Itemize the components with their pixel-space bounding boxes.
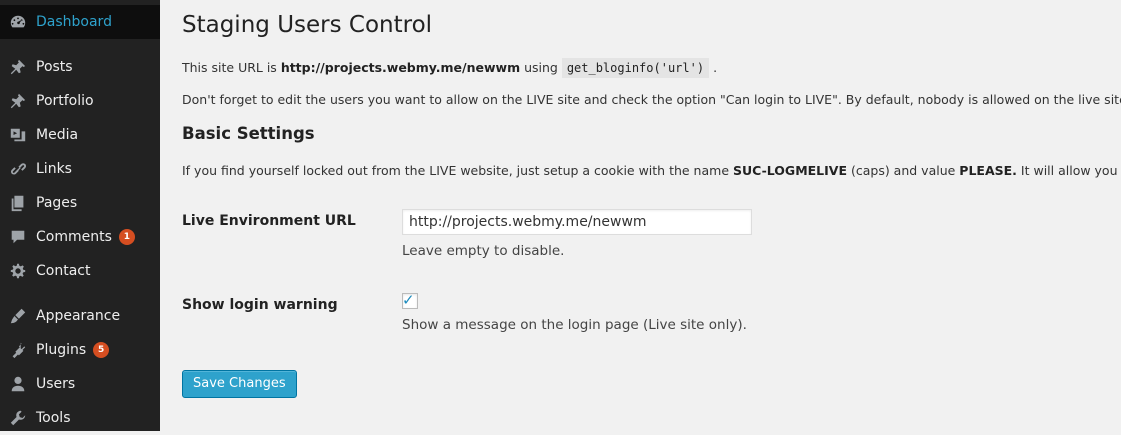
sidebar-item-label: Users	[36, 376, 76, 392]
intro-suffix: .	[709, 60, 718, 75]
plugin-icon	[8, 340, 28, 360]
sidebar-item-dashboard[interactable]: Dashboard	[0, 5, 160, 39]
gear-icon	[8, 261, 28, 281]
login-warning-description: Show a message on the login page (Live s…	[402, 317, 747, 333]
brush-icon	[8, 306, 28, 326]
sidebar-item-plugins[interactable]: Plugins 5	[0, 333, 160, 367]
sidebar-item-contact[interactable]: Contact	[0, 254, 160, 288]
sidebar-item-label: Posts	[36, 59, 73, 75]
sidebar-item-label: Portfolio	[36, 93, 94, 109]
checkmark-icon: ✓	[402, 291, 415, 309]
sidebar-item-pages[interactable]: Pages	[0, 186, 160, 220]
live-url-description: Leave empty to disable.	[402, 243, 565, 259]
page-title: Staging Users Control	[182, 12, 433, 38]
site-url-info: This site URL is http://projects.webmy.m…	[182, 58, 718, 78]
sidebar-item-posts[interactable]: Posts	[0, 50, 160, 84]
cookie-info: If you find yourself locked out from the…	[182, 163, 1121, 178]
section-title: Basic Settings	[182, 124, 315, 143]
sidebar-item-label: Links	[36, 161, 72, 177]
sidebar-item-label: Plugins	[36, 342, 87, 358]
sidebar-item-label: Media	[36, 127, 79, 143]
comment-icon	[8, 227, 28, 247]
sidebar-item-comments[interactable]: Comments 1	[0, 220, 160, 254]
site-url: http://projects.webmy.me/newwm	[280, 60, 521, 75]
sidebar-item-label: Pages	[36, 195, 78, 211]
intro-prefix: This site URL is	[182, 60, 281, 75]
sidebar-item-portfolio[interactable]: Portfolio	[0, 84, 160, 118]
live-url-label: Live Environment URL	[182, 213, 356, 229]
live-url-input[interactable]	[402, 209, 752, 235]
link-icon	[8, 159, 28, 179]
sidebar-item-label: Dashboard	[36, 14, 112, 30]
save-changes-button[interactable]: Save Changes	[182, 370, 297, 398]
pin-icon	[8, 91, 28, 111]
cookie-value: PLEASE.	[959, 163, 1017, 178]
cookie-mid: (caps) and value	[847, 163, 960, 178]
cookie-suffix: It will allow you to login.	[1020, 163, 1121, 178]
login-warning-checkbox[interactable]: ✓	[402, 291, 418, 309]
login-warning-label: Show login warning	[182, 297, 338, 313]
sidebar-item-label: Tools	[36, 410, 71, 426]
pin-icon	[8, 57, 28, 77]
sidebar-item-tools[interactable]: Tools	[0, 401, 160, 435]
sidebar-item-label: Contact	[36, 263, 91, 279]
users-notice: Don't forget to edit the users you want …	[182, 92, 1121, 107]
pages-icon	[8, 193, 28, 213]
sidebar-item-media[interactable]: Media	[0, 118, 160, 152]
sidebar-item-appearance[interactable]: Appearance	[0, 299, 160, 333]
wrench-icon	[8, 408, 28, 428]
media-icon	[8, 125, 28, 145]
sidebar-item-label: Comments	[36, 229, 112, 245]
user-icon	[8, 374, 28, 394]
intro-mid: using	[520, 60, 562, 75]
dashboard-icon	[8, 12, 28, 32]
cookie-name: SUC-LOGMELIVE	[732, 163, 847, 178]
sidebar-item-users[interactable]: Users	[0, 367, 160, 401]
sidebar-item-links[interactable]: Links	[0, 152, 160, 186]
comments-count-badge: 1	[118, 229, 135, 245]
sidebar-item-label: Appearance	[36, 308, 121, 324]
cookie-prefix: If you find yourself locked out from the…	[182, 163, 733, 178]
plugins-count-badge: 5	[93, 342, 110, 358]
admin-sidebar: Dashboard Posts Portfolio Media Links Pa…	[0, 0, 160, 431]
code-snippet: get_bloginfo('url')	[561, 58, 710, 78]
